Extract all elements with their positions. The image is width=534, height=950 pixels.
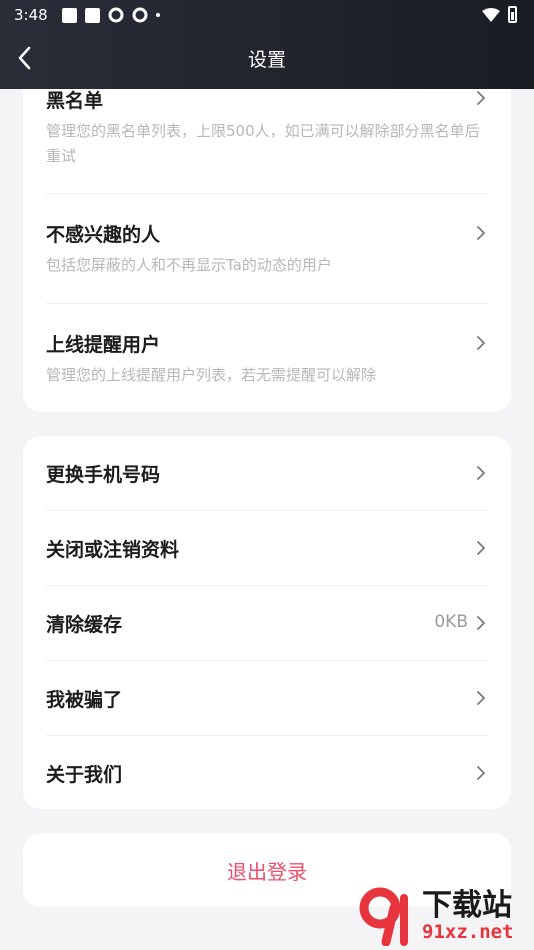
site-watermark: 下载站 91xz.net bbox=[358, 886, 528, 946]
online-reminder-row[interactable]: 上线提醒用户 管理您的上线提醒用户列表，若无需提醒可以解除 bbox=[46, 304, 488, 412]
nav-bar: 设置 bbox=[0, 30, 534, 86]
chevron-left-icon bbox=[18, 46, 31, 70]
chevron-right-icon bbox=[474, 226, 488, 240]
about-us-row[interactable]: 关于我们 bbox=[46, 736, 488, 811]
row-desc: 包括您屏蔽的人和不再显示Ta的动态的用户 bbox=[46, 256, 332, 274]
row-title: 上线提醒用户 bbox=[46, 334, 161, 356]
cache-size: 0KB bbox=[434, 612, 468, 632]
app-icon bbox=[108, 7, 124, 23]
watermark-domain: 91xz.net bbox=[422, 920, 514, 943]
chevron-right-icon bbox=[474, 541, 488, 555]
back-button[interactable] bbox=[12, 44, 40, 72]
watermark-brand: 下载站 bbox=[422, 887, 512, 923]
notification-icons bbox=[61, 7, 160, 23]
page-title: 设置 bbox=[247, 48, 286, 71]
row-title: 清除缓存 bbox=[46, 613, 123, 636]
chevron-right-icon bbox=[474, 691, 488, 705]
row-title: 关闭或注销资料 bbox=[46, 538, 180, 561]
row-title: 更换手机号码 bbox=[46, 463, 161, 486]
row-desc: 管理您的上线提醒用户列表，若无需提醒可以解除 bbox=[46, 366, 377, 384]
wifi-icon bbox=[482, 7, 500, 22]
more-notifications-icon bbox=[155, 13, 160, 17]
chevron-right-icon bbox=[474, 766, 488, 780]
status-bar-overlay: 3:48 bbox=[0, 0, 534, 30]
row-title: 不感兴趣的人 bbox=[46, 224, 161, 246]
row-title: 黑名单 bbox=[46, 90, 104, 112]
app-icon bbox=[132, 7, 148, 23]
notification-icon bbox=[61, 7, 77, 23]
chevron-right-icon bbox=[474, 91, 488, 105]
chevron-right-icon bbox=[474, 616, 488, 630]
change-phone-row[interactable]: 更换手机号码 bbox=[46, 436, 488, 511]
account-settings-card: 更换手机号码 关闭或注销资料 清除缓存 0KB 我被骗了 关于我们 bbox=[23, 436, 511, 809]
row-desc: 管理您的黑名单列表，上限500人，如已满可以解除部分黑名单后重试 bbox=[46, 122, 480, 165]
close-account-row[interactable]: 关闭或注销资料 bbox=[46, 511, 488, 586]
watermark-logo-icon bbox=[359, 887, 408, 946]
row-title: 关于我们 bbox=[46, 764, 123, 786]
battery-icon bbox=[508, 6, 517, 23]
chevron-right-icon bbox=[474, 466, 488, 480]
row-title: 我被骗了 bbox=[46, 688, 123, 711]
chevron-right-icon bbox=[474, 336, 488, 350]
scam-report-row[interactable]: 我被骗了 bbox=[46, 661, 488, 736]
privacy-settings-card: 黑名单 管理您的黑名单列表，上限500人，如已满可以解除部分黑名单后重试 不感兴… bbox=[23, 50, 511, 412]
notification-icon bbox=[84, 7, 100, 23]
not-interested-row[interactable]: 不感兴趣的人 包括您屏蔽的人和不再显示Ta的动态的用户 bbox=[46, 194, 488, 304]
status-time: 3:48 bbox=[14, 6, 48, 24]
system-icons bbox=[482, 6, 517, 23]
clear-cache-row[interactable]: 清除缓存 0KB bbox=[46, 586, 488, 661]
